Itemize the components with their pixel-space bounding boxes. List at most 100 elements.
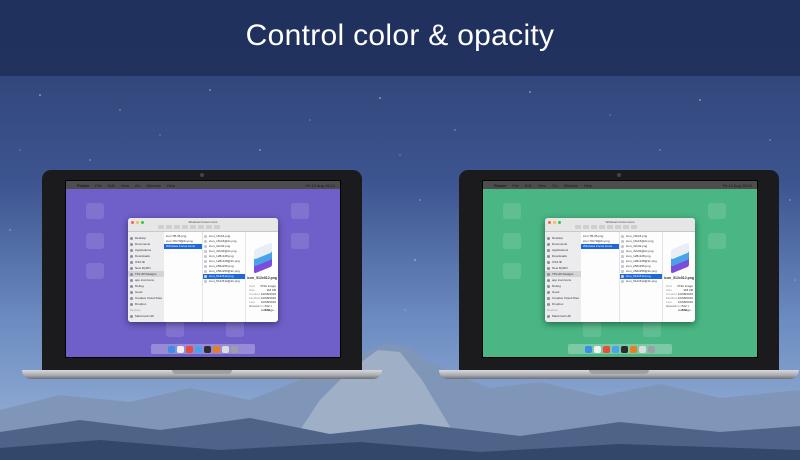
finder-column: icon_16x16.png icon_16x16@2x.png icon_32… bbox=[620, 232, 663, 322]
terminal-dock-icon[interactable] bbox=[204, 345, 211, 353]
gallery-view-icon[interactable] bbox=[615, 225, 621, 229]
finder-sidebar: Desktop Documents Applications Downloads… bbox=[128, 232, 164, 322]
column-item[interactable]: Windows Focus icons bbox=[581, 244, 619, 249]
app-dock-icon[interactable] bbox=[603, 345, 610, 353]
sidebar-item[interactable]: Macintosh HD bbox=[128, 313, 164, 319]
share-icon[interactable] bbox=[631, 225, 637, 229]
finder-column: icon TB-35.png icon 70x70@2x.png Windows… bbox=[581, 232, 620, 322]
menu-app-name[interactable]: Finder bbox=[77, 183, 89, 188]
list-view-icon[interactable] bbox=[599, 225, 605, 229]
mac-menu-bar: Finder File Edit View Go Window Help Fri… bbox=[66, 181, 340, 189]
laptop-base bbox=[22, 370, 382, 379]
menu-item[interactable]: Help bbox=[167, 183, 175, 188]
header-banner: Control color & opacity bbox=[0, 0, 800, 76]
column-view-icon[interactable] bbox=[607, 225, 613, 229]
menu-item[interactable]: View bbox=[121, 183, 130, 188]
menu-clock[interactable]: Fri 12 Aug 16:24 bbox=[306, 183, 335, 188]
menu-item[interactable]: Go bbox=[135, 183, 140, 188]
desktop-icon bbox=[503, 233, 521, 249]
gallery-view-icon[interactable] bbox=[198, 225, 204, 229]
back-icon[interactable] bbox=[575, 225, 581, 229]
finder-toolbar: Windows Focus icons bbox=[128, 218, 278, 232]
desktop-icon bbox=[708, 233, 726, 249]
menu-item[interactable]: Window bbox=[564, 183, 578, 188]
back-icon[interactable] bbox=[158, 225, 164, 229]
dock bbox=[568, 344, 672, 354]
finder-column: icon_16x16.png icon_16x16@2x.png icon_32… bbox=[203, 232, 246, 322]
finder-window[interactable]: Windows Focus icons Desktop Documents Ap… bbox=[545, 218, 695, 322]
desktop-icon bbox=[291, 203, 309, 219]
app-dock-icon[interactable] bbox=[213, 345, 220, 353]
app-dock-icon[interactable] bbox=[186, 345, 193, 353]
menu-item[interactable]: Help bbox=[584, 183, 592, 188]
menu-app-name[interactable]: Finder bbox=[494, 183, 506, 188]
dock bbox=[151, 344, 255, 354]
forward-icon[interactable] bbox=[583, 225, 589, 229]
menu-item[interactable]: View bbox=[538, 183, 547, 188]
preview-metadata: Kind PNG image Size 118 KB Created 10/08/20… bbox=[666, 284, 693, 312]
desktop-icon bbox=[503, 203, 521, 219]
file-item[interactable]: icon_512x512@2x.png bbox=[620, 279, 662, 284]
document-dock-icon[interactable] bbox=[222, 345, 229, 353]
finder-body: Desktop Documents Applications Downloads… bbox=[128, 232, 278, 322]
preview-filename: icon_512x512.png bbox=[246, 276, 278, 280]
launchpad-dock-icon[interactable] bbox=[177, 345, 184, 353]
launchpad-dock-icon[interactable] bbox=[594, 345, 601, 353]
app-dock-icon[interactable] bbox=[630, 345, 637, 353]
file-preview: icon_512x512.png Kind PNG image Size 118 K… bbox=[246, 232, 278, 322]
finder-toolbar: Windows Focus icons bbox=[545, 218, 695, 232]
safari-dock-icon[interactable] bbox=[612, 345, 619, 353]
sidebar-item[interactable]: Macintosh HD bbox=[545, 313, 581, 319]
preview-filename: icon_512x512.png bbox=[663, 276, 695, 280]
laptop-screen: Finder File Edit View Go Window Help Fri… bbox=[65, 180, 341, 358]
share-icon[interactable] bbox=[214, 225, 220, 229]
document-dock-icon[interactable] bbox=[639, 345, 646, 353]
menu-item[interactable]: Go bbox=[552, 183, 557, 188]
app-icon-preview bbox=[669, 240, 691, 274]
app-icon-preview bbox=[252, 240, 274, 274]
icon-view-icon[interactable] bbox=[591, 225, 597, 229]
mac-menu-bar: Finder File Edit View Go Window Help Fri… bbox=[483, 181, 757, 189]
laptop-lid: Finder File Edit View Go Window Help Fri… bbox=[459, 170, 779, 370]
add-tags-link[interactable]: Add Tags... bbox=[261, 308, 276, 312]
menu-clock[interactable]: Fri 12 Aug 16:24 bbox=[723, 183, 752, 188]
menu-item[interactable]: Edit bbox=[108, 183, 115, 188]
menu-item[interactable]: File bbox=[95, 183, 101, 188]
finder-dock-icon[interactable] bbox=[168, 345, 175, 353]
menu-item[interactable]: File bbox=[512, 183, 518, 188]
column-view-icon[interactable] bbox=[190, 225, 196, 229]
toolbar-buttons bbox=[575, 225, 637, 229]
laptop-base bbox=[439, 370, 799, 379]
laptop-green: Finder File Edit View Go Window Help Fri… bbox=[439, 170, 799, 380]
finder-dock-icon[interactable] bbox=[585, 345, 592, 353]
terminal-dock-icon[interactable] bbox=[621, 345, 628, 353]
safari-dock-icon[interactable] bbox=[195, 345, 202, 353]
file-preview: icon_512x512.png Kind PNG image Size 118 K… bbox=[663, 232, 695, 322]
desktop-icon bbox=[86, 263, 104, 279]
trash-dock-icon[interactable] bbox=[648, 345, 655, 353]
icon-view-icon[interactable] bbox=[174, 225, 180, 229]
desktop-icon bbox=[503, 263, 521, 279]
desktop-icon bbox=[86, 203, 104, 219]
desktop-icon bbox=[86, 233, 104, 249]
laptop-lid: Finder File Edit View Go Window Help Fri… bbox=[42, 170, 362, 370]
camera bbox=[617, 173, 621, 177]
desktop-icon bbox=[226, 321, 244, 337]
desktop-icon bbox=[643, 321, 661, 337]
list-view-icon[interactable] bbox=[182, 225, 188, 229]
action-icon[interactable] bbox=[206, 225, 212, 229]
finder-window[interactable]: Windows Focus icons Desktop Documents Ap… bbox=[128, 218, 278, 322]
file-item[interactable]: icon_512x512@2x.png bbox=[203, 279, 245, 284]
forward-icon[interactable] bbox=[166, 225, 172, 229]
menu-item[interactable]: Window bbox=[147, 183, 161, 188]
trash-dock-icon[interactable] bbox=[231, 345, 238, 353]
menu-item[interactable]: Edit bbox=[525, 183, 532, 188]
finder-column: icon TB-35.png icon 70x70@2x.png Windows… bbox=[164, 232, 203, 322]
desktop-icon bbox=[583, 321, 601, 337]
preview-metadata: Kind PNG image Size 118 KB Created 10/08/20… bbox=[249, 284, 276, 312]
finder-sidebar: Desktop Documents Applications Downloads… bbox=[545, 232, 581, 322]
column-item[interactable]: Windows Focus icons bbox=[164, 244, 202, 249]
add-tags-link[interactable]: Add Tags... bbox=[678, 308, 693, 312]
action-icon[interactable] bbox=[623, 225, 629, 229]
desktop-icon bbox=[166, 321, 184, 337]
